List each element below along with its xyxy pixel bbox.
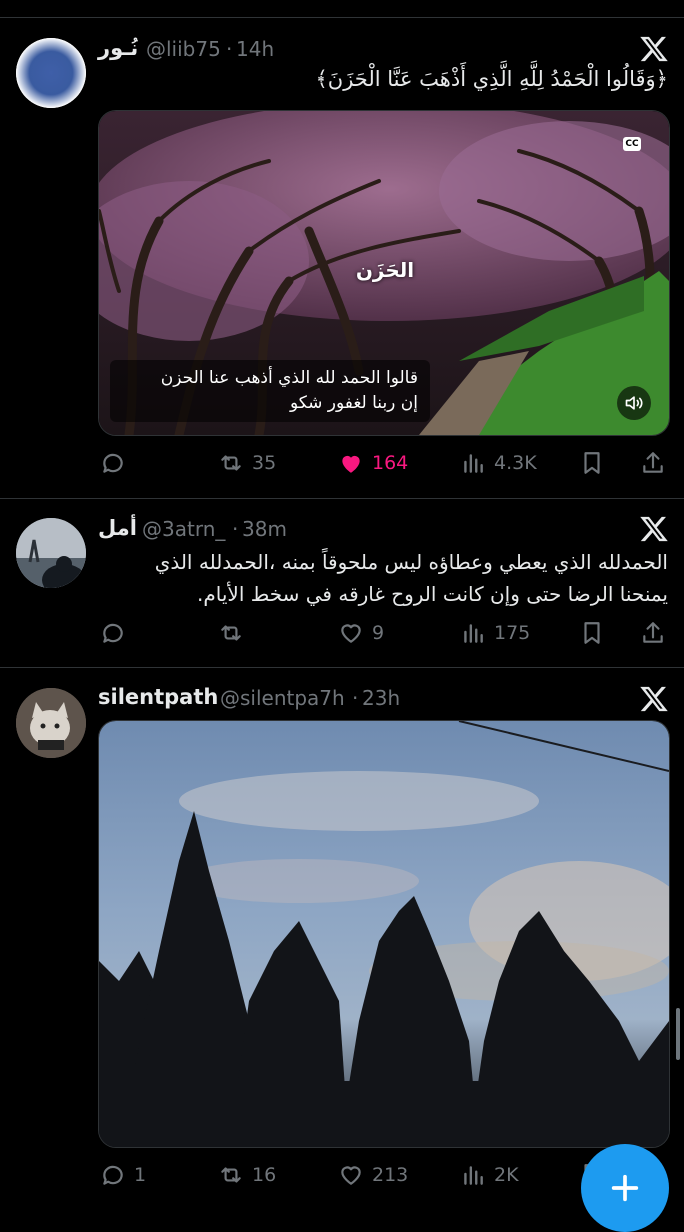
share-button[interactable] [640, 449, 666, 477]
scrollbar[interactable] [676, 1008, 680, 1060]
views-button[interactable]: 4.3K [460, 449, 537, 477]
bar-chart-icon [464, 624, 483, 643]
top-divider [0, 17, 684, 18]
speaker-icon [625, 396, 643, 410]
separator-dot: · [352, 686, 359, 710]
captions-button[interactable]: CC [623, 137, 641, 151]
caption-line: قالوا الحمد لله الذي أذهب عنا الحزن [160, 368, 418, 388]
reply-button[interactable] [100, 449, 134, 477]
compose-button[interactable] [581, 1144, 669, 1232]
share-icon [643, 622, 663, 643]
speech-bubble-icon [103, 453, 123, 473]
bar-chart-icon [464, 1166, 483, 1185]
repost-arrows-icon [221, 625, 241, 641]
speech-bubble-icon [103, 1165, 123, 1185]
like-button[interactable]: 213 [338, 1161, 408, 1189]
separator-dot: · [226, 37, 233, 61]
reply-button[interactable]: 1 [100, 1161, 146, 1189]
video-title-overlay: الحَزَن [355, 258, 415, 282]
display-name[interactable]: نُـور [98, 36, 138, 60]
timestamp[interactable]: 23h [362, 686, 400, 710]
heart-icon [342, 455, 360, 473]
repost-button[interactable] [218, 619, 252, 647]
bookmark-icon [584, 622, 600, 644]
repost-count: 35 [252, 452, 277, 474]
like-button[interactable]: 9 [338, 619, 384, 647]
views-button[interactable]: 175 [460, 619, 530, 647]
speech-bubble-icon [103, 623, 123, 643]
reply-count: 1 [134, 1164, 147, 1186]
views-count: 4.3K [494, 452, 537, 474]
avatar-image [16, 518, 86, 588]
handle[interactable]: @3atrn_ [142, 517, 225, 541]
reply-button[interactable] [100, 619, 134, 647]
display-name[interactable]: silentpath [98, 685, 218, 709]
post-divider [0, 498, 684, 499]
post-text-line: الحمدلله الذي يعطي وعطاؤه ليس ملحوقاً بم… [154, 550, 668, 574]
repost-arrows-icon [221, 455, 241, 471]
timestamp[interactable]: 38m [242, 517, 287, 541]
separator-dot: · [232, 517, 239, 541]
post-photo[interactable] [98, 720, 670, 1148]
plus-icon [611, 1174, 639, 1202]
video-caption: قالوا الحمد لله الذي أذهب عنا الحزن إن ر… [110, 360, 430, 422]
post-text: الحمدلله الذي يعطي وعطاؤه ليس ملحوقاً بم… [155, 546, 668, 610]
heart-icon [341, 1166, 361, 1185]
avatar[interactable] [16, 518, 86, 588]
x-logo-icon[interactable] [639, 684, 669, 714]
views-count: 175 [494, 622, 531, 644]
mute-button[interactable] [617, 386, 651, 420]
repost-arrows-icon [221, 1167, 241, 1183]
like-button[interactable]: 164 [338, 449, 408, 477]
views-button[interactable]: 2K [460, 1161, 519, 1189]
like-count: 9 [372, 622, 385, 644]
avatar-image [16, 688, 86, 758]
avatar[interactable] [16, 38, 86, 108]
x-logo-icon[interactable] [639, 34, 669, 64]
share-button[interactable] [640, 619, 666, 647]
views-count: 2K [494, 1164, 519, 1186]
avatar[interactable] [16, 688, 86, 758]
repost-button[interactable]: 35 [218, 449, 276, 477]
sky-trees-photo [99, 721, 669, 1147]
bookmark-icon [584, 452, 600, 474]
avatar-image [16, 38, 86, 108]
share-icon [643, 452, 663, 473]
bookmark-button[interactable] [579, 449, 605, 477]
repost-count: 16 [252, 1164, 277, 1186]
post-divider [0, 667, 684, 668]
caption-line: إن ربنا لغفور شكو [289, 393, 418, 413]
post-text: ﴿وَقَالُوا الْحَمْدُ لِلَّهِ الَّذِي أَذ… [315, 63, 668, 95]
timestamp[interactable]: 14h [236, 37, 274, 61]
repost-button[interactable]: 16 [218, 1161, 276, 1189]
post-text-line: ﴿وَقَالُوا الْحَمْدُ لِلَّهِ الَّذِي أَذ… [315, 67, 668, 91]
handle[interactable]: @liib75 [146, 37, 221, 61]
bookmark-button[interactable] [579, 619, 605, 647]
x-logo-icon[interactable] [639, 514, 669, 544]
display-name[interactable]: أمل [98, 516, 137, 540]
like-count: 164 [372, 452, 409, 474]
heart-icon [341, 624, 361, 643]
bar-chart-icon [464, 454, 483, 473]
like-count: 213 [372, 1164, 409, 1186]
handle[interactable]: @silentpa7h [220, 686, 345, 710]
post-text-line: يمنحنا الرضا حتى وإن كانت الروح غارقه في… [197, 582, 668, 606]
